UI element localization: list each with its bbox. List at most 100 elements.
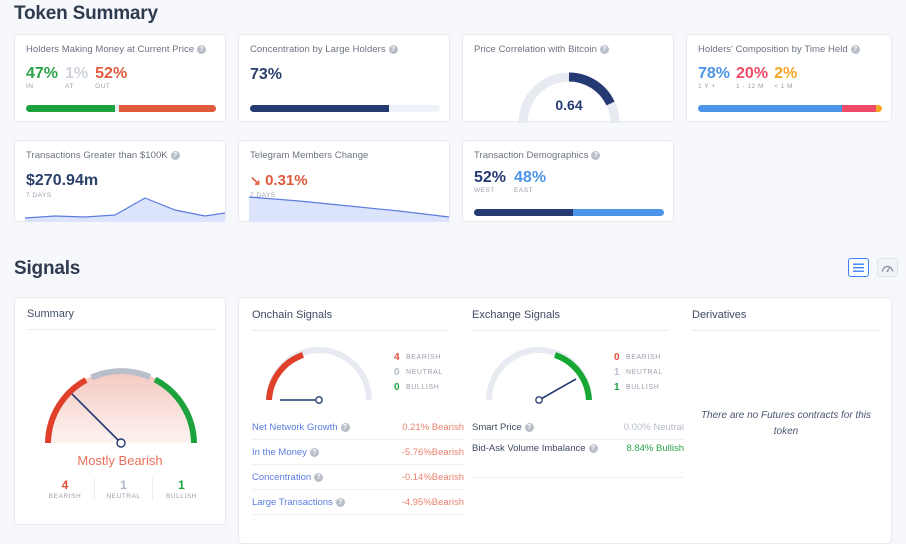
- card-holders-making-money: Holders Making Money at Current Price? 4…: [14, 34, 226, 122]
- signal-row-concentration[interactable]: Concentration? -0.14%Bearish: [252, 465, 464, 490]
- help-icon[interactable]: ?: [600, 45, 609, 54]
- panel-signal-columns: Onchain Signals 4 BEARISH 0 NEUTRAL 0 BU…: [238, 297, 892, 544]
- metric-label: < 1 M: [774, 83, 797, 90]
- metric-1y-plus: 78% 1 Y +: [698, 65, 730, 90]
- card-title: Telegram Members Change: [250, 150, 368, 161]
- metric-label: EAST: [514, 187, 546, 194]
- dashboard-page: Token Summary Holders Making Money at Cu…: [0, 0, 906, 544]
- concentration-value: 73%: [250, 66, 282, 84]
- metric-east: 48% EAST: [514, 169, 546, 194]
- legend-label: BEARISH: [406, 354, 441, 361]
- view-toggle-gauge-button[interactable]: [877, 258, 898, 277]
- legend-bullish: 0 BULLISH: [394, 380, 443, 395]
- concentration-bar: [250, 105, 440, 112]
- exchange-gauge: [482, 346, 597, 406]
- distribution-bar: [26, 105, 216, 112]
- view-toggle-list-button[interactable]: [848, 258, 869, 277]
- signal-name: In the Money?: [252, 447, 319, 458]
- metric-value: 52%: [95, 65, 127, 82]
- card-price-correlation-bitcoin: Price Correlation with Bitcoin? 0.64: [462, 34, 674, 122]
- signal-name: Net Network Growth?: [252, 422, 350, 433]
- signal-name: Smart Price?: [472, 422, 534, 433]
- help-icon[interactable]: ?: [389, 45, 398, 54]
- legend-label: NEUTRAL: [406, 369, 443, 376]
- help-icon[interactable]: ?: [197, 45, 206, 54]
- help-icon[interactable]: ?: [314, 473, 323, 482]
- signal-row-in-the-money[interactable]: In the Money? -5.76%Bearish: [252, 440, 464, 465]
- help-icon[interactable]: ?: [851, 45, 860, 54]
- card-transaction-demographics: Transaction Demographics? 52% WEST 48% E…: [462, 140, 674, 222]
- count-bullish: 1 BULLISH: [152, 478, 210, 500]
- card-title-text: Transaction Demographics: [474, 150, 588, 161]
- signal-name-text: Bid-Ask Volume Imbalance: [472, 443, 586, 454]
- bar-segment-1-12m: [842, 105, 877, 112]
- telegram-change-number: 0.31%: [265, 172, 308, 189]
- metric-row: 52% WEST 48% EAST: [474, 169, 546, 194]
- help-icon[interactable]: ?: [525, 423, 534, 432]
- signal-value: 8.84% Bullish: [626, 443, 684, 454]
- signal-value: 0.21% Bearish: [402, 422, 464, 433]
- derivatives-empty-message: There are no Futures contracts for this …: [692, 408, 880, 440]
- legend-count: 1: [614, 367, 621, 378]
- signal-row-bid-ask-volume-imbalance[interactable]: Bid-Ask Volume Imbalance? 8.84% Bullish: [472, 440, 684, 478]
- count-label: BULLISH: [166, 493, 197, 500]
- card-title-text: Price Correlation with Bitcoin: [474, 44, 597, 55]
- card-holders-composition-time-held: Holders' Composition by Time Held? 78% 1…: [686, 34, 892, 122]
- signals-title: Signals: [14, 258, 80, 280]
- help-icon[interactable]: ?: [171, 151, 180, 160]
- demographics-bar: [474, 209, 664, 216]
- count-number: 4: [62, 478, 69, 493]
- metric-value: 20%: [736, 65, 768, 82]
- help-icon[interactable]: ?: [341, 423, 350, 432]
- legend-count: 4: [394, 352, 401, 363]
- bar-segment-east: [573, 209, 664, 216]
- signal-name-text: Large Transactions: [252, 497, 333, 508]
- bar-segment-lt1m: [876, 105, 882, 112]
- summary-counts: 4 BEARISH 1 NEUTRAL 1 BULLISH: [36, 478, 210, 500]
- card-title-text: Holders' Composition by Time Held: [698, 44, 848, 55]
- composition-bar: [698, 105, 882, 112]
- legend-bearish: 0 BEARISH: [614, 350, 663, 365]
- help-icon[interactable]: ?: [589, 444, 598, 453]
- metric-label: 1 Y +: [698, 83, 730, 90]
- legend-label: BULLISH: [406, 384, 439, 391]
- legend-count: 1: [614, 382, 621, 393]
- card-title: Transactions Greater than $100K?: [26, 150, 180, 161]
- summary-gauge: [39, 355, 203, 451]
- legend-neutral: 0 NEUTRAL: [394, 365, 443, 380]
- help-icon[interactable]: ?: [310, 448, 319, 457]
- card-title-text: Concentration by Large Holders: [250, 44, 386, 55]
- card-title-text: Transactions Greater than $100K: [26, 150, 168, 161]
- signal-row-net-network-growth[interactable]: Net Network Growth? 0.21% Bearish: [252, 415, 464, 440]
- help-icon[interactable]: ?: [591, 151, 600, 160]
- metric-out: 52% OUT: [95, 65, 127, 90]
- exchange-legend: 0 BEARISH 1 NEUTRAL 1 BULLISH: [614, 350, 663, 395]
- metric-value: 78%: [698, 65, 730, 82]
- signal-value: -4.95%Bearish: [402, 497, 464, 508]
- legend-label: BULLISH: [626, 384, 659, 391]
- telegram-change-value: ↘ 0.31%: [250, 172, 308, 189]
- signal-row-smart-price[interactable]: Smart Price? 0.00% Neutral: [472, 415, 684, 440]
- exchange-heading: Exchange Signals: [472, 309, 560, 321]
- telegram-sparkline: [249, 192, 449, 222]
- metric-value: 47%: [26, 65, 58, 82]
- count-label: BEARISH: [49, 493, 81, 500]
- signal-value: -5.76%Bearish: [402, 447, 464, 458]
- bar-segment-in: [26, 105, 115, 112]
- help-icon[interactable]: ?: [336, 498, 345, 507]
- metric-row: 47% IN 1% AT 52% OUT: [26, 65, 127, 90]
- card-title: Transaction Demographics?: [474, 150, 600, 161]
- divider: [27, 329, 215, 330]
- bar-segment-out: [119, 105, 216, 112]
- count-number: 1: [178, 478, 185, 493]
- signal-name-text: In the Money: [252, 447, 307, 458]
- correlation-gauge: [514, 67, 624, 125]
- list-icon: [853, 263, 864, 273]
- bar-segment-1y: [698, 105, 842, 112]
- metric-value: 2%: [774, 65, 797, 82]
- onchain-legend: 4 BEARISH 0 NEUTRAL 0 BULLISH: [394, 350, 443, 395]
- signal-row-large-transactions[interactable]: Large Transactions? -4.95%Bearish: [252, 490, 464, 515]
- card-title-text: Telegram Members Change: [250, 150, 368, 161]
- card-concentration-large-holders: Concentration by Large Holders? 73%: [238, 34, 450, 122]
- card-title-text: Holders Making Money at Current Price: [26, 44, 194, 55]
